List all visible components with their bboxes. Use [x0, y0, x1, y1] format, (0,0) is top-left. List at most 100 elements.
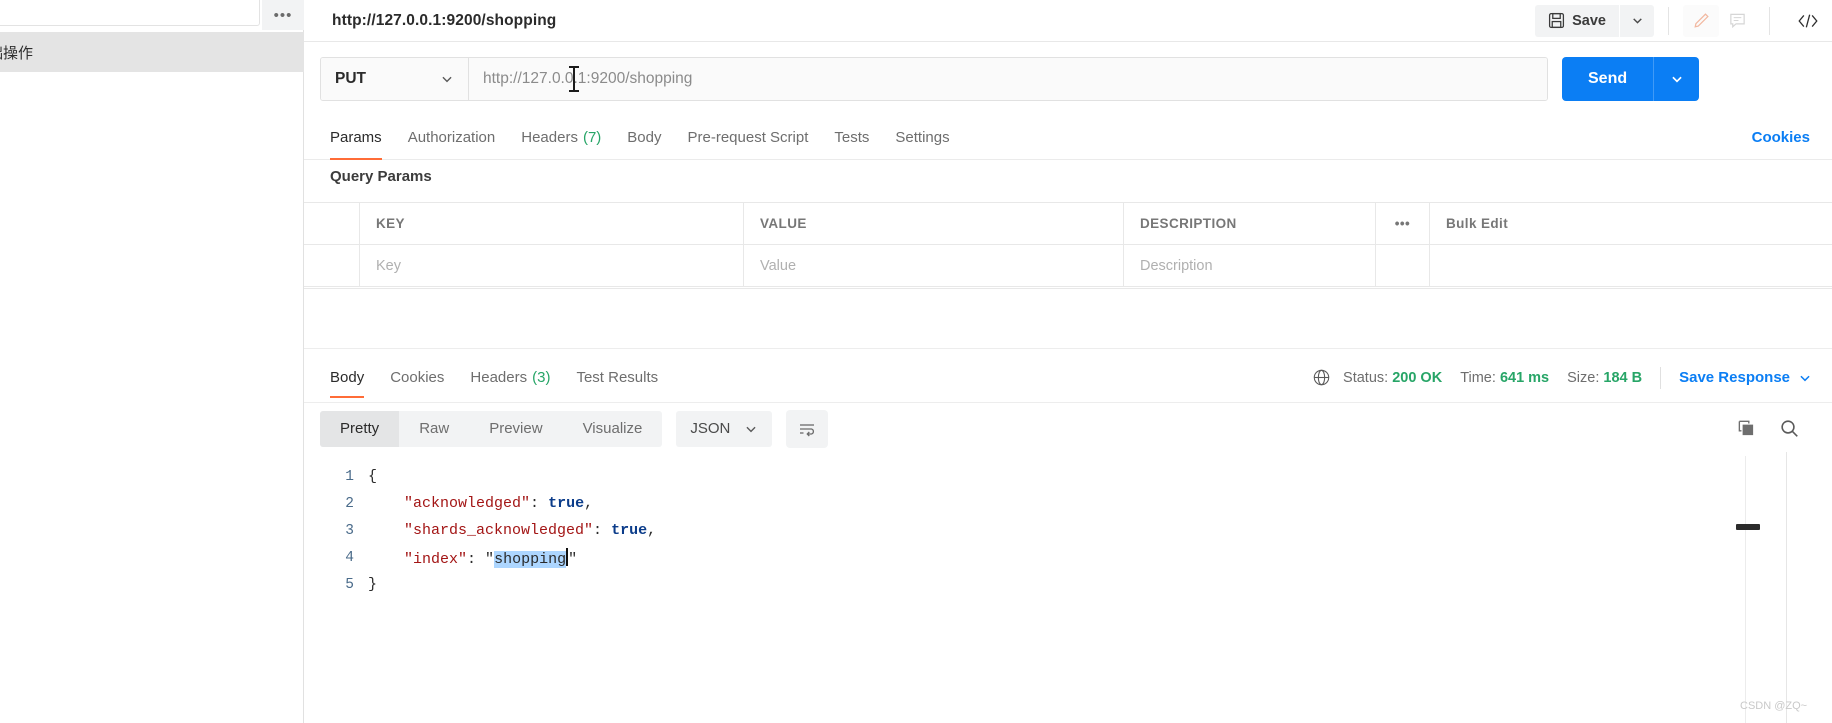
http-method-select[interactable]: PUT [321, 58, 469, 100]
response-tab-cookies[interactable]: Cookies [390, 355, 444, 400]
copy-button[interactable] [1736, 418, 1757, 439]
tab-authorization[interactable]: Authorization [408, 116, 496, 160]
column-header-value: VALUE [744, 203, 1124, 244]
watermark: CSDN @ZQ~ [1740, 700, 1808, 712]
edit-button[interactable] [1683, 4, 1719, 37]
query-params-title: Query Params [330, 168, 432, 185]
save-response-button[interactable]: Save Response [1679, 369, 1812, 386]
response-view-toolbar: Pretty Raw Preview Visualize JSON [304, 402, 1832, 454]
comment-icon [1728, 11, 1747, 30]
url-input[interactable]: http://127.0.0.1:9200/shopping [469, 58, 1547, 100]
code-line-text: "acknowledged": true, [404, 495, 594, 512]
sidebar-item-label: 础操作 [0, 44, 34, 62]
row-description-input[interactable]: Description [1124, 245, 1376, 286]
send-button-group[interactable]: Send [1562, 57, 1700, 101]
code-line: 1 { [304, 463, 1832, 490]
tab-params[interactable]: Params [330, 116, 382, 160]
tab-pre-request-script[interactable]: Pre-request Script [688, 116, 809, 160]
request-title: http://127.0.0.1:9200/shopping [332, 11, 557, 29]
sidebar-search-input[interactable] [0, 0, 260, 26]
http-method-label: PUT [335, 70, 366, 87]
tab-settings[interactable]: Settings [895, 116, 949, 160]
view-mode-visualize[interactable]: Visualize [563, 411, 663, 447]
scrollbar-track-inner[interactable] [1745, 456, 1746, 723]
time-value: 641 ms [1499, 369, 1550, 386]
comment-button[interactable] [1719, 5, 1755, 37]
table-header-row: KEY VALUE DESCRIPTION ••• Bulk Edit [304, 203, 1832, 245]
response-tab-cookies-label: Cookies [390, 369, 445, 386]
send-button[interactable]: Send [1562, 57, 1653, 101]
code-line-text: "index": "shopping " [368, 547, 577, 568]
line-number: 1 [345, 468, 354, 485]
response-view-mode-group: Pretty Raw Preview Visualize [320, 410, 663, 447]
send-options-button[interactable] [1653, 57, 1699, 101]
code-line: 3 "shards_acknowledged": true, [304, 517, 1832, 544]
code-line: 4 "index": "shopping " [304, 544, 1832, 571]
pencil-icon [1692, 11, 1711, 30]
divider [304, 348, 684, 349]
row-key-input[interactable]: Key [360, 245, 744, 286]
bulk-edit-button[interactable]: Bulk Edit [1430, 203, 1832, 244]
search-button[interactable] [1779, 418, 1800, 439]
response-tabs: Body Cookies Headers (3) Test Results St… [304, 355, 1832, 400]
table-options-icon[interactable]: ••• [1376, 203, 1430, 244]
chevron-down-icon [1670, 72, 1684, 86]
view-mode-raw[interactable]: Raw [399, 411, 469, 447]
tab-headers-count: (7) [582, 129, 602, 146]
code-snippet-button[interactable] [1784, 11, 1832, 31]
response-time: Time: 641 ms [1460, 370, 1549, 386]
topbar-actions: Save [1535, 0, 1832, 41]
floppy-disk-icon [1548, 12, 1565, 29]
response-tab-test-results-label: Test Results [576, 369, 659, 386]
chevron-down-icon [440, 72, 454, 86]
tab-headers-label: Headers [521, 129, 578, 146]
response-tab-headers[interactable]: Headers (3) [470, 355, 550, 400]
save-response-label: Save Response [1679, 369, 1790, 386]
row-spacer [1376, 245, 1430, 286]
response-body-code[interactable]: 1 { 2 "acknowledged": true, 3 "shards_ac… [304, 454, 1832, 723]
code-line-text: { [368, 468, 378, 485]
tab-params-label: Params [330, 129, 382, 146]
tab-body-label: Body [627, 129, 662, 146]
scrollbar-track[interactable] [1786, 452, 1787, 723]
row-value-input[interactable]: Value [744, 245, 1124, 286]
sidebar-more-icon[interactable]: ••• [262, 0, 304, 30]
chevron-down-icon [1798, 371, 1812, 385]
text-cursor [569, 66, 579, 92]
view-mode-preview[interactable]: Preview [469, 411, 562, 447]
request-tabs: Params Authorization Headers (7) Body Pr… [304, 116, 1832, 160]
response-tab-headers-label: Headers [470, 369, 528, 386]
response-format-label: JSON [690, 420, 731, 437]
divider [684, 348, 970, 349]
select-all-cell[interactable] [304, 203, 360, 244]
response-tab-body-label: Body [330, 369, 365, 386]
query-params-table: KEY VALUE DESCRIPTION ••• Bulk Edit Key … [304, 202, 1832, 287]
word-wrap-button[interactable] [786, 409, 829, 448]
response-tab-test-results[interactable]: Test Results [576, 355, 658, 400]
tab-headers[interactable]: Headers (7) [521, 116, 601, 160]
code-line: 5 } [304, 571, 1832, 598]
response-size: Size: 184 B [1567, 370, 1642, 386]
tab-body[interactable]: Body [627, 116, 661, 160]
response-tab-body[interactable]: Body [330, 355, 365, 400]
url-input-value: http://127.0.0.1:9200/shopping [483, 70, 693, 87]
response-format-select[interactable]: JSON [676, 410, 773, 447]
row-spacer-end [1430, 245, 1832, 286]
sidebar-item-collection[interactable]: 础操作 [0, 32, 304, 72]
response-tab-headers-count: (3) [532, 369, 551, 386]
status-value: 200 OK [1392, 369, 1443, 386]
view-mode-pretty[interactable]: Pretty [320, 410, 400, 447]
chevron-down-icon [744, 422, 758, 436]
row-checkbox[interactable] [304, 245, 360, 286]
postman-window: ••• 础操作 http://127.0.0.1:9200/shopping S… [0, 0, 1832, 723]
scrollbar-thumb[interactable] [1736, 524, 1760, 530]
cookies-link[interactable]: Cookies [1752, 129, 1810, 146]
sidebar: ••• 础操作 [0, 0, 304, 723]
divider [1660, 366, 1662, 389]
copy-icon [1736, 418, 1757, 439]
code-line: 2 "acknowledged": true, [304, 490, 1832, 517]
save-options-button[interactable] [1620, 4, 1654, 37]
tab-tests[interactable]: Tests [834, 116, 869, 160]
tab-pre-request-script-label: Pre-request Script [687, 129, 809, 146]
save-button[interactable]: Save [1535, 4, 1619, 37]
